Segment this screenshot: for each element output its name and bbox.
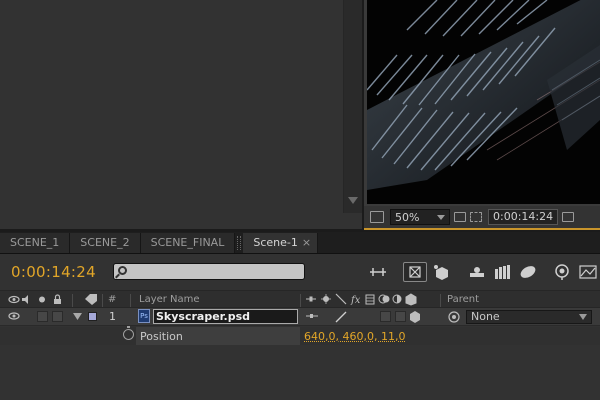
eye-icon[interactable] <box>8 312 20 320</box>
scroll-down-arrow-icon[interactable] <box>348 197 358 204</box>
auto-keyframe-icon[interactable] <box>552 263 572 281</box>
photoshop-file-icon: Ps <box>138 309 150 323</box>
layer-row[interactable]: 1 Ps Skyscraper.psd None <box>0 308 600 326</box>
frame-blending-icon[interactable] <box>467 263 487 281</box>
tab-scene-final[interactable]: SCENE_FINAL <box>140 233 236 253</box>
graph-editor-icon[interactable] <box>578 263 598 281</box>
column-separator <box>300 294 301 307</box>
layer-search-input[interactable] <box>113 263 305 280</box>
parent-column-header[interactable]: Parent <box>447 294 479 305</box>
search-icon <box>118 266 127 275</box>
draft-3d-icon[interactable] <box>403 262 427 282</box>
grid-guide-icon[interactable] <box>454 212 466 222</box>
tab-scene-1-active[interactable]: Scene-1 × <box>243 233 319 253</box>
column-separator <box>102 294 103 307</box>
motion-blur-icon[interactable] <box>492 263 512 281</box>
column-separator <box>130 294 131 307</box>
always-preview-icon[interactable] <box>370 211 384 223</box>
skyscraper-render-image <box>367 0 600 204</box>
parent-value: None <box>471 310 500 323</box>
brainstorm-icon[interactable] <box>518 263 538 281</box>
after-effects-workspace: 50% 0:00:14:24 SCENE_1 SCENE_2 SCENE_FIN… <box>0 0 600 400</box>
close-icon[interactable]: × <box>302 236 311 249</box>
camera-snapshot-icon[interactable] <box>562 212 575 222</box>
number-column-header[interactable]: # <box>108 294 116 305</box>
shy-switch-icon[interactable] <box>306 313 318 319</box>
viewer-current-time[interactable]: 0:00:14:24 <box>488 209 559 225</box>
composition-mini-flowchart-icon[interactable] <box>368 263 388 281</box>
layer-number: 1 <box>109 310 116 323</box>
switches-header-icons: fx <box>306 293 417 306</box>
column-separator <box>440 294 441 307</box>
property-row[interactable]: Position 640,0, 460,0, 11,0 <box>0 326 600 345</box>
timeline-empty-area <box>0 345 600 400</box>
tab-label: SCENE_1 <box>10 236 60 249</box>
tab-label: Scene-1 <box>253 236 298 249</box>
av-features-header-icons <box>8 294 61 304</box>
pick-whip-icon[interactable] <box>448 311 460 323</box>
quality-switch-icon[interactable] <box>335 311 347 323</box>
svg-text:fx: fx <box>350 295 361 306</box>
adjustment-layer-toggle[interactable] <box>380 311 391 322</box>
parent-dropdown[interactable]: None <box>466 310 592 324</box>
zoom-dropdown[interactable]: 50% <box>390 209 450 225</box>
timeline-header: 0:00:14:24 <box>0 254 600 290</box>
label-column-tag-icon <box>84 294 98 308</box>
chevron-down-icon <box>437 214 445 220</box>
column-separator <box>72 294 73 307</box>
layer-name-field[interactable]: Skyscraper.psd <box>153 309 298 324</box>
zoom-value: 50% <box>395 210 420 224</box>
viewer-toolbar: 50% 0:00:14:24 <box>364 206 600 228</box>
tab-scene-1[interactable]: SCENE_1 <box>0 233 71 253</box>
current-time-display[interactable]: 0:00:14:24 <box>11 263 96 281</box>
layer-name-column-header[interactable]: Layer Name <box>139 294 200 305</box>
stopwatch-icon[interactable] <box>123 326 134 340</box>
lock-toggle[interactable] <box>52 311 63 322</box>
hide-shy-layers-icon[interactable] <box>432 263 452 281</box>
position-value[interactable]: 640,0, 460,0, 11,0 <box>304 330 405 343</box>
motion-blur-toggle[interactable] <box>395 311 406 322</box>
tab-label: SCENE_FINAL <box>150 236 225 249</box>
composition-viewer: 50% 0:00:14:24 <box>364 0 600 230</box>
project-panel <box>0 0 362 229</box>
timeline-panel: 0:00:14:24 # Layer Name fx Parent 1 Ps S… <box>0 254 600 400</box>
tab-scene-2[interactable]: SCENE_2 <box>70 233 141 253</box>
expand-triangle-icon[interactable] <box>73 313 82 320</box>
property-name: Position <box>140 330 183 343</box>
3d-layer-cube-icon[interactable] <box>409 311 421 323</box>
region-of-interest-icon[interactable] <box>470 212 482 222</box>
composition-canvas[interactable] <box>367 0 600 204</box>
solo-toggle[interactable] <box>37 311 48 322</box>
layer-label-color[interactable] <box>88 312 97 321</box>
tab-grip-icon[interactable] <box>237 236 242 250</box>
tab-label: SCENE_2 <box>80 236 130 249</box>
layer-column-header: # Layer Name fx Parent <box>0 290 600 308</box>
timeline-tab-bar: SCENE_1 SCENE_2 SCENE_FINAL Scene-1 × <box>0 232 600 254</box>
panel-scrollbar[interactable] <box>343 0 362 213</box>
chevron-down-icon <box>579 314 587 320</box>
